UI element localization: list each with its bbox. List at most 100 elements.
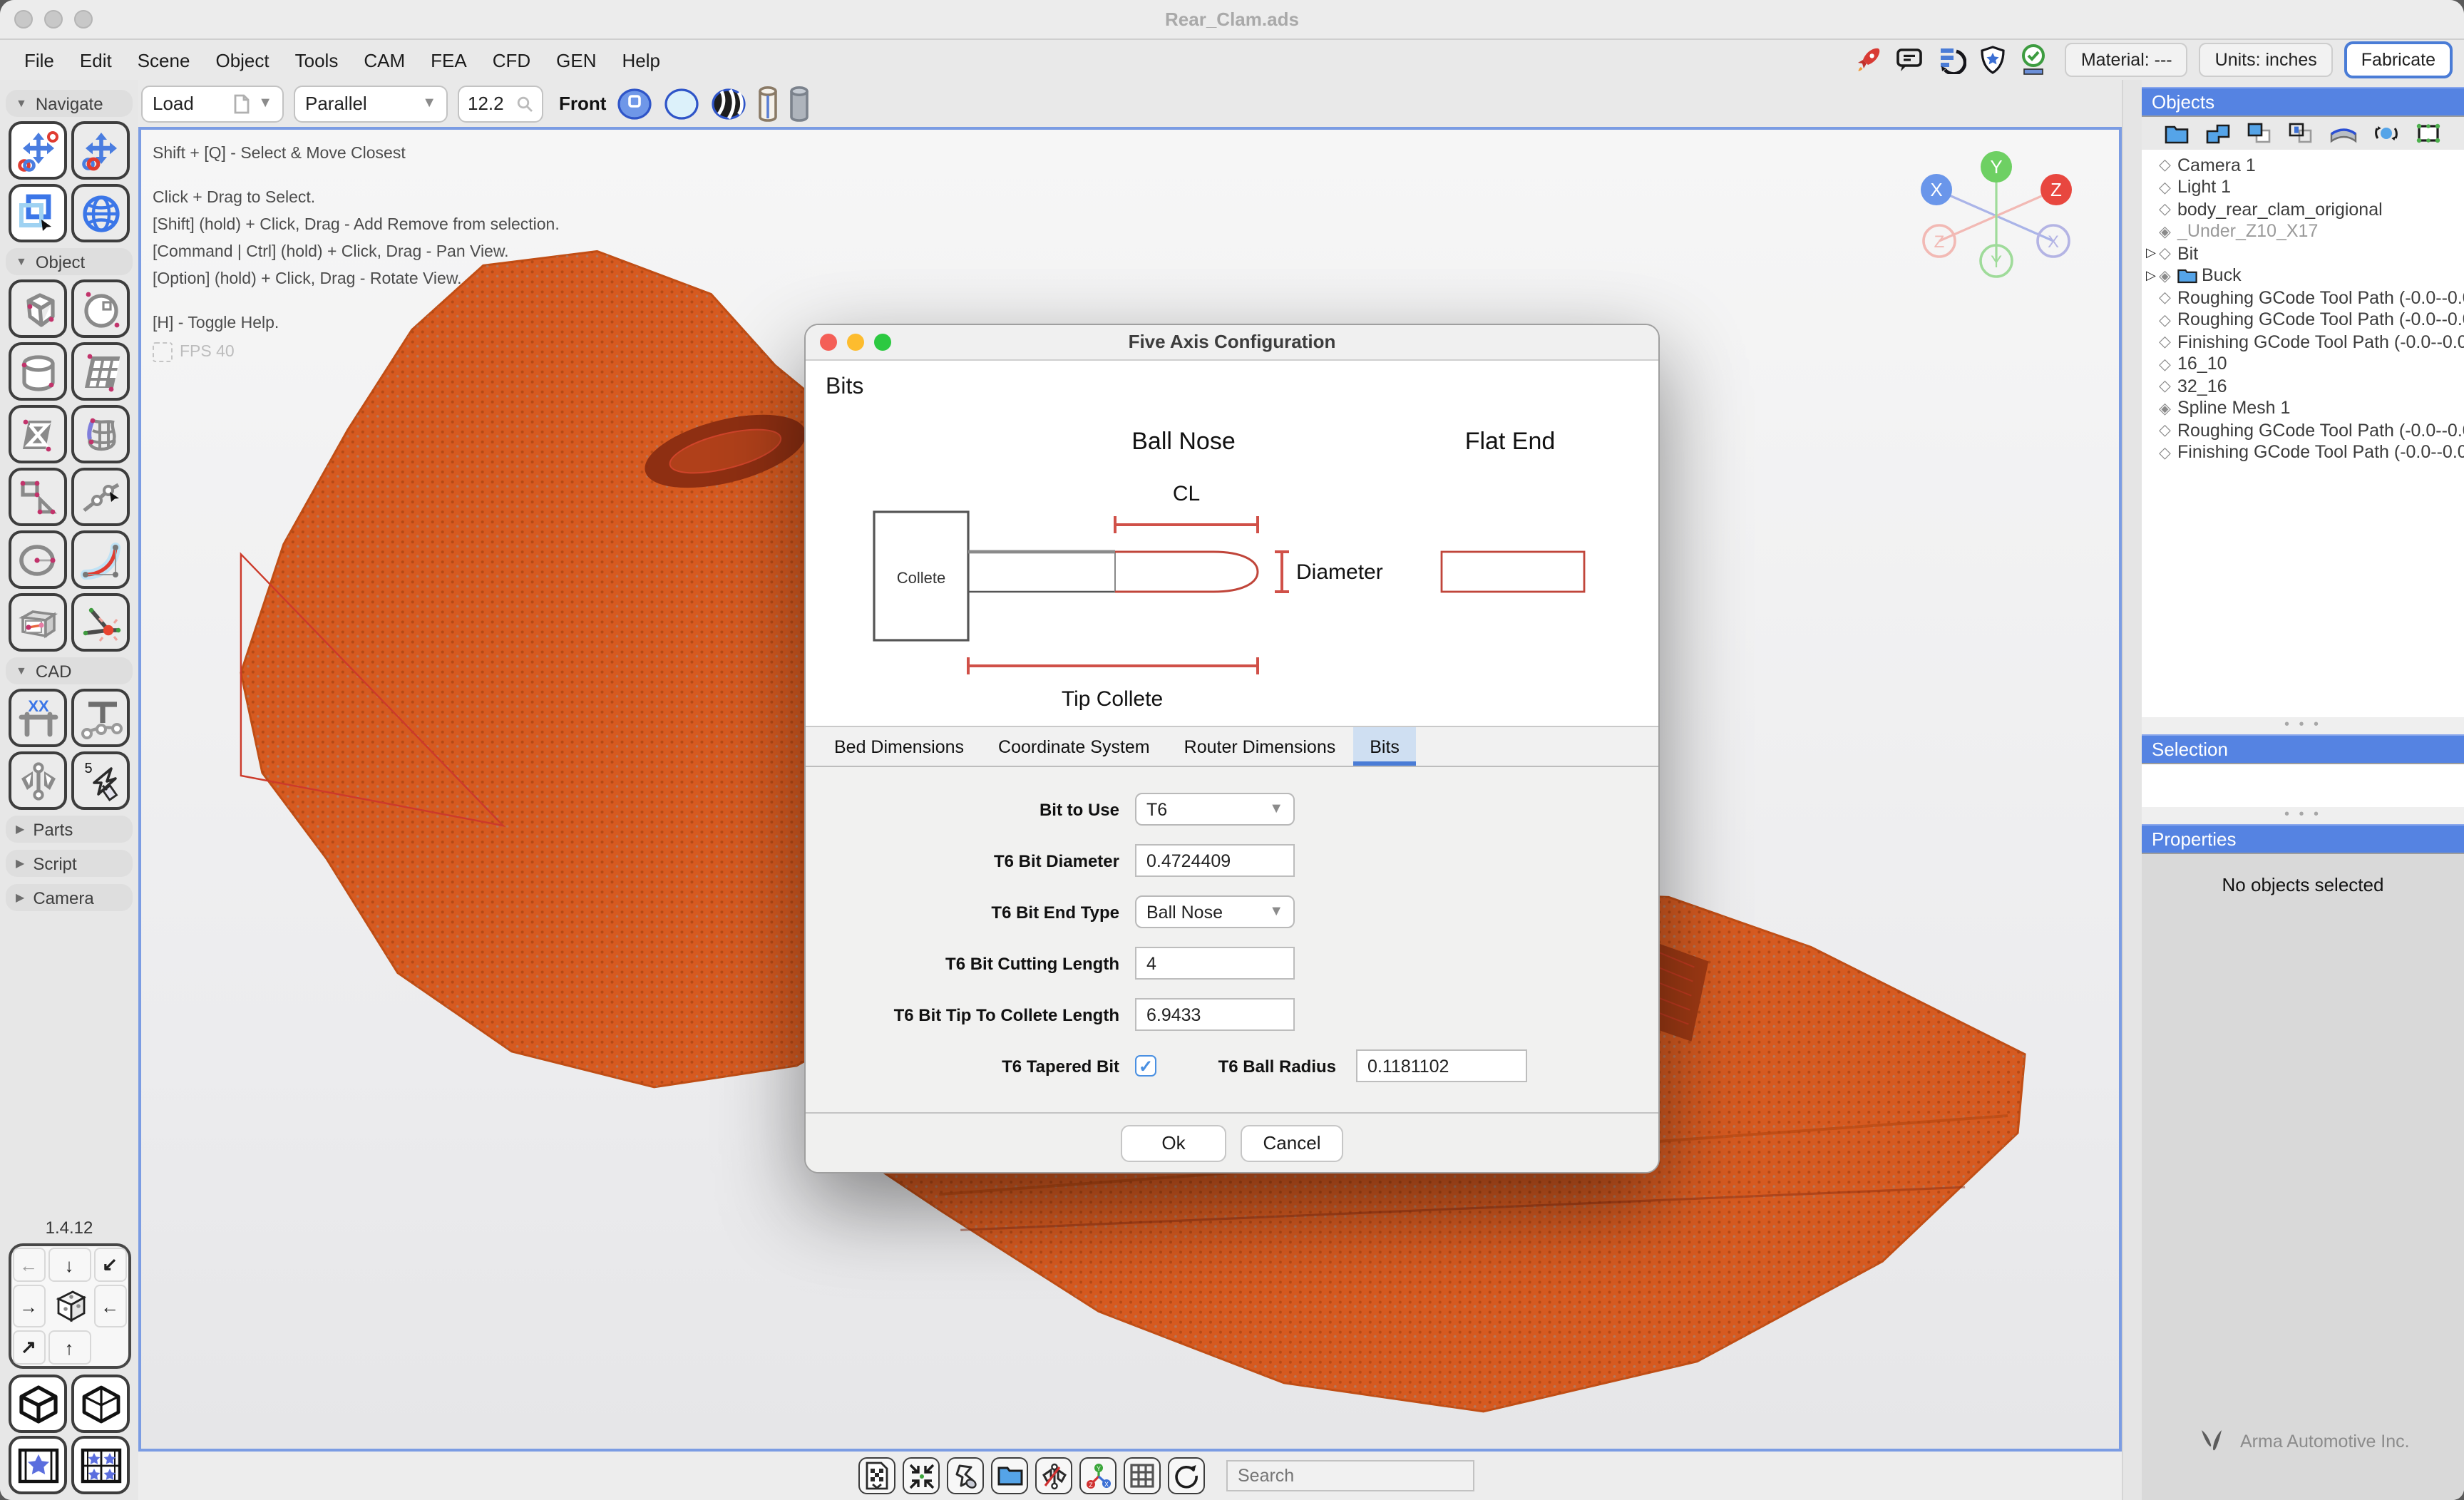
- view-right-arrow[interactable]: →: [12, 1285, 45, 1327]
- sidebar-section-object[interactable]: ▼Object: [6, 248, 133, 275]
- ok-button[interactable]: Ok: [1121, 1124, 1226, 1161]
- menu-item-object[interactable]: Object: [202, 49, 282, 71]
- point-light-tool-button[interactable]: [71, 593, 130, 652]
- sphere-tool-button[interactable]: [71, 279, 130, 338]
- dialog-close-icon[interactable]: [820, 334, 837, 351]
- sidebar-section-parts[interactable]: ▶Parts: [6, 816, 133, 843]
- box-tool-button[interactable]: [9, 279, 67, 338]
- snap-cursor-button[interactable]: [947, 1457, 984, 1494]
- visibility-diamond-icon[interactable]: ◈: [2159, 399, 2177, 418]
- tab-bed-dimensions[interactable]: Bed Dimensions: [817, 727, 981, 766]
- visibility-diamond-icon[interactable]: ◇: [2159, 178, 2177, 197]
- quad-view-button[interactable]: [71, 1436, 130, 1494]
- visibility-diamond-icon[interactable]: ◇: [2159, 200, 2177, 219]
- projection-dropdown[interactable]: Parallel ▼: [294, 85, 448, 122]
- minimize-window-icon[interactable]: [44, 10, 63, 29]
- bit-to-use-select[interactable]: T6▼: [1135, 793, 1295, 826]
- polyline-edit-tool-button[interactable]: [71, 468, 130, 526]
- sidebar-section-navigate[interactable]: ▼Navigate: [6, 90, 133, 117]
- close-window-icon[interactable]: [14, 10, 33, 29]
- cylinder-tool-button[interactable]: [9, 342, 67, 401]
- menu-item-edit[interactable]: Edit: [67, 49, 125, 71]
- view-left-arrow[interactable]: ←: [12, 1248, 45, 1282]
- bezier-curve-tool-button[interactable]: [71, 530, 130, 589]
- visibility-diamond-icon[interactable]: ◇: [2159, 311, 2177, 329]
- sidebar-section-cad[interactable]: ▼CAD: [6, 657, 133, 684]
- menu-item-help[interactable]: Help: [610, 49, 674, 71]
- menu-item-scene[interactable]: Scene: [125, 49, 203, 71]
- menu-item-file[interactable]: File: [11, 49, 67, 71]
- zoom-field[interactable]: 12.2: [458, 85, 543, 122]
- tab-coordinate-system[interactable]: Coordinate System: [981, 727, 1167, 766]
- dialog-zoom-icon[interactable]: [874, 334, 891, 351]
- grid-button[interactable]: [1124, 1457, 1161, 1494]
- view-down-left-arrow[interactable]: ↙: [93, 1248, 126, 1282]
- window-titlebar[interactable]: Rear_Clam.ads: [0, 0, 2464, 40]
- shield-star-icon[interactable]: [1980, 46, 2007, 74]
- object-item[interactable]: ◇Roughing GCode Tool Path (-0.0--0.0): [2142, 309, 2464, 331]
- bounds-icon[interactable]: [2416, 123, 2441, 144]
- tab-bits[interactable]: Bits: [1352, 727, 1417, 766]
- expander-icon[interactable]: ▷: [2146, 268, 2159, 284]
- cylinder-outline-icon[interactable]: [757, 85, 779, 122]
- search-input[interactable]: [1226, 1460, 1474, 1491]
- expander-icon[interactable]: ▷: [2146, 246, 2159, 262]
- view-down-arrow[interactable]: ↓: [48, 1248, 91, 1282]
- object-item[interactable]: ◈Spline Mesh 1: [2142, 397, 2464, 419]
- object-item[interactable]: ◇body_rear_clam_origional: [2142, 198, 2464, 220]
- sidebar-section-camera[interactable]: ▶Camera: [6, 884, 133, 911]
- view-up-right-arrow[interactable]: ↗: [12, 1330, 45, 1365]
- panel-splitter[interactable]: [2122, 80, 2142, 1500]
- zoom-window-icon[interactable]: [74, 10, 93, 29]
- view-cube-icon[interactable]: [48, 1285, 91, 1327]
- visibility-diamond-icon[interactable]: ◇: [2159, 377, 2177, 396]
- move-closest-tool-button[interactable]: [9, 121, 67, 180]
- rotate-icon[interactable]: [2374, 123, 2398, 144]
- bit-tip-to-collete-input[interactable]: [1135, 998, 1295, 1031]
- visibility-diamond-icon[interactable]: ◇: [2159, 333, 2177, 351]
- refresh-button[interactable]: [1168, 1457, 1205, 1494]
- comments-icon[interactable]: [1896, 46, 1924, 74]
- duplicate-icon[interactable]: [2247, 123, 2272, 144]
- visibility-diamond-icon[interactable]: ◇: [2159, 443, 2177, 462]
- cylinder-solid-icon[interactable]: [789, 85, 810, 122]
- object-item[interactable]: ◇32_16: [2142, 375, 2464, 397]
- texture-file-button[interactable]: [858, 1457, 895, 1494]
- selection-panel-header[interactable]: Selection: [2142, 734, 2464, 764]
- object-item[interactable]: ◇Roughing GCode Tool Path (-0.0--0.0): [2142, 287, 2464, 309]
- verified-check-icon[interactable]: [2020, 44, 2048, 76]
- center-view-button[interactable]: [903, 1457, 940, 1494]
- dialog-minimize-icon[interactable]: [847, 334, 864, 351]
- fabricate-button[interactable]: Fabricate: [2344, 41, 2453, 78]
- menu-item-fea[interactable]: FEA: [418, 49, 480, 71]
- object-item[interactable]: ◇16_10: [2142, 353, 2464, 375]
- bit-cutting-length-input[interactable]: [1135, 947, 1295, 980]
- bit-diameter-input[interactable]: [1135, 844, 1295, 877]
- grid-plane-tool-button[interactable]: [71, 342, 130, 401]
- object-item[interactable]: ◇Finishing GCode Tool Path (-0.0--0.0): [2142, 331, 2464, 353]
- object-item[interactable]: ◇Roughing GCode Tool Path (-0.0--0.0): [2142, 419, 2464, 441]
- sidebar-section-script[interactable]: ▶Script: [6, 850, 133, 877]
- menu-item-cam[interactable]: CAM: [351, 49, 418, 71]
- load-dropdown[interactable]: Load ▼: [141, 85, 284, 122]
- camera-object-tool-button[interactable]: [9, 593, 67, 652]
- panel-resize-grip[interactable]: • • •: [2142, 717, 2464, 734]
- ruled-plane-tool-button[interactable]: [9, 405, 67, 463]
- cube-solid-button[interactable]: [9, 1375, 67, 1433]
- bit-end-type-select[interactable]: Ball Nose▼: [1135, 895, 1295, 928]
- text-path-tool-button[interactable]: [71, 689, 130, 747]
- cancel-button[interactable]: Cancel: [1241, 1124, 1343, 1161]
- single-view-button[interactable]: [9, 1436, 67, 1494]
- panel-resize-grip[interactable]: • • •: [2142, 807, 2464, 824]
- visibility-diamond-icon[interactable]: ◇: [2159, 289, 2177, 307]
- tapered-bit-checkbox[interactable]: ✓: [1135, 1055, 1156, 1077]
- object-item[interactable]: ◇Light 1: [2142, 176, 2464, 198]
- menu-item-tools[interactable]: Tools: [282, 49, 351, 71]
- visibility-diamond-icon[interactable]: ◇: [2159, 245, 2177, 263]
- object-item[interactable]: ▷◇Bit: [2142, 242, 2464, 264]
- group-icon[interactable]: [2206, 123, 2230, 143]
- view-left2-arrow[interactable]: ←: [93, 1285, 126, 1327]
- menu-item-gen[interactable]: GEN: [543, 49, 609, 71]
- surface-icon[interactable]: [2330, 123, 2357, 143]
- folder-button[interactable]: [991, 1457, 1028, 1494]
